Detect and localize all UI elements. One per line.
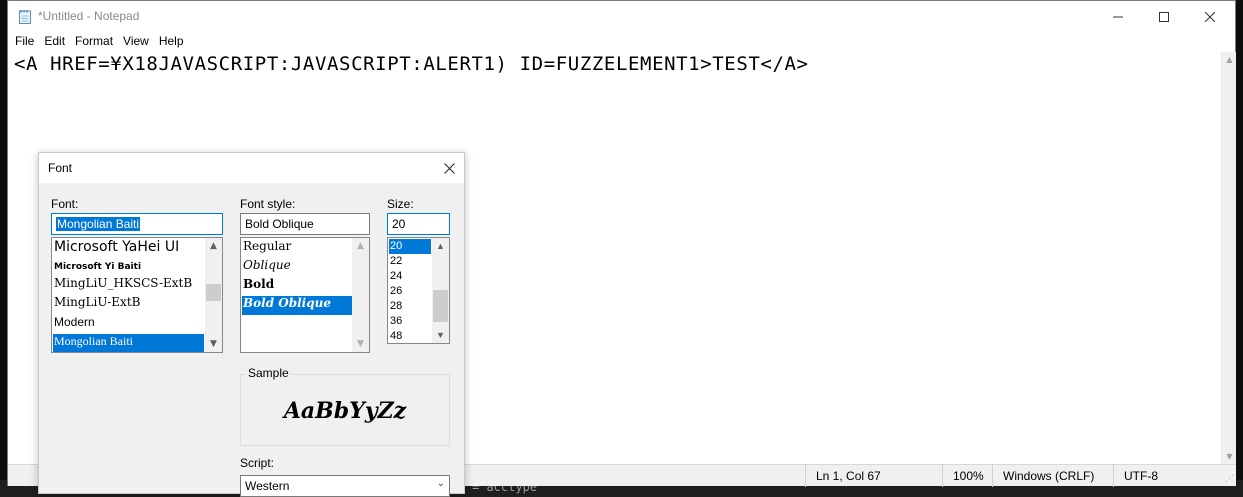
font-list-scrollbar[interactable]: ▲ ▼ <box>205 238 222 352</box>
window-title: *Untitled - Notepad <box>38 9 140 23</box>
size-list-scroll-thumb[interactable] <box>433 290 448 322</box>
script-label: Script: <box>240 456 275 470</box>
font-style-input[interactable]: Bold Oblique <box>240 213 370 235</box>
size-list-item[interactable]: 22 <box>389 254 431 269</box>
size-list-item[interactable]: 28 <box>389 299 431 314</box>
font-dialog-title: Font <box>48 161 73 175</box>
font-list-item[interactable]: Modern <box>53 315 204 334</box>
close-button[interactable] <box>1187 1 1233 32</box>
font-list-item[interactable]: Microsoft YaHei UI <box>53 239 204 258</box>
size-list-scrollbar[interactable]: ▲ ▼ <box>432 238 449 343</box>
maximize-button[interactable] <box>1141 1 1187 32</box>
script-select-value: Western <box>245 479 290 493</box>
menu-format[interactable]: Format <box>70 32 118 52</box>
status-line-ending: Windows (CRLF) <box>992 465 1113 487</box>
sample-label: Sample <box>246 366 291 380</box>
font-list-item[interactable]: MingLiU-ExtB <box>53 295 204 314</box>
font-size-list[interactable]: 20 22 24 26 28 36 48 ▲ ▼ <box>387 237 450 344</box>
chevron-up-icon[interactable]: ▲ <box>432 238 449 254</box>
font-dialog-close-button[interactable] <box>437 157 461 179</box>
font-name-input-value: Mongolian Baiti <box>56 217 141 231</box>
menu-bar: File Edit Format View Help <box>8 32 1235 52</box>
font-size-input[interactable]: 20 <box>387 213 450 235</box>
notepad-app-icon <box>19 10 31 24</box>
size-list-item[interactable]: 24 <box>389 269 431 284</box>
style-list-item[interactable]: Regular <box>242 239 352 258</box>
scroll-down-arrow-icon[interactable]: ▼ <box>1222 449 1237 464</box>
chevron-down-icon[interactable]: ▼ <box>432 327 449 343</box>
size-list-item[interactable]: 36 <box>389 314 431 329</box>
font-name-list[interactable]: Microsoft YaHei UI Microsoft Yi Baiti Mi… <box>51 237 223 353</box>
status-position: Ln 1, Col 67 <box>805 465 942 487</box>
font-size-input-value: 20 <box>392 217 406 231</box>
sample-preview-text: AaBbYyZz <box>283 398 407 424</box>
close-icon <box>1205 11 1215 22</box>
scroll-up-arrow-icon[interactable]: ▲ <box>1222 52 1237 67</box>
minimize-icon <box>1113 16 1123 17</box>
style-list-item[interactable]: Oblique <box>242 258 352 277</box>
style-list-item-selected[interactable]: Bold Oblique <box>242 296 352 315</box>
size-list-item-selected[interactable]: 20 <box>389 239 431 254</box>
menu-help[interactable]: Help <box>154 32 189 52</box>
status-encoding: UTF-8 <box>1113 465 1213 487</box>
editor-vertical-scrollbar[interactable]: ▲ ▼ <box>1221 52 1236 464</box>
chevron-down-icon[interactable]: ▼ <box>352 336 369 352</box>
chevron-down-icon[interactable]: ▼ <box>205 336 222 352</box>
font-list-scroll-thumb[interactable] <box>206 284 221 301</box>
chevron-up-icon[interactable]: ▲ <box>205 238 222 254</box>
font-label: Font: <box>51 197 79 211</box>
background-terminal-right <box>1236 0 1243 494</box>
minimize-button[interactable] <box>1095 1 1141 32</box>
menu-view[interactable]: View <box>118 32 154 52</box>
font-name-input[interactable]: Mongolian Baiti <box>51 213 223 235</box>
font-style-input-value: Bold Oblique <box>245 217 314 231</box>
title-bar[interactable]: *Untitled - Notepad <box>8 1 1235 32</box>
editor-content[interactable]: <A HREF=¥X18JAVASCRIPT:JAVASCRIPT:ALERT1… <box>14 53 809 75</box>
chevron-down-icon[interactable]: ⌄ <box>437 478 445 489</box>
menu-file[interactable]: File <box>10 32 39 52</box>
resize-grip-icon[interactable]: ⋰ <box>1225 473 1234 484</box>
size-label: Size: <box>387 197 414 211</box>
font-style-label: Font style: <box>240 197 296 211</box>
font-list-item[interactable]: MingLiU_HKSCS-ExtB <box>53 276 204 295</box>
font-style-list[interactable]: Regular Oblique Bold Bold Oblique ▲ ▼ <box>240 237 370 353</box>
font-dialog-title-bar[interactable]: Font <box>39 153 464 183</box>
style-list-item[interactable]: Bold <box>242 277 352 296</box>
menu-edit[interactable]: Edit <box>39 32 70 52</box>
chevron-up-icon[interactable]: ▲ <box>352 238 369 254</box>
font-list-item-selected[interactable]: Mongolian Baiti <box>53 334 204 352</box>
status-zoom: 100% <box>942 465 992 487</box>
style-list-scrollbar[interactable]: ▲ ▼ <box>352 238 369 352</box>
close-icon <box>443 162 455 174</box>
font-dialog: Font Font: Mongolian Baiti Microsoft YaH… <box>38 152 465 497</box>
size-list-item[interactable]: 48 <box>389 329 431 343</box>
maximize-icon <box>1159 11 1169 22</box>
size-list-item[interactable]: 26 <box>389 284 431 299</box>
